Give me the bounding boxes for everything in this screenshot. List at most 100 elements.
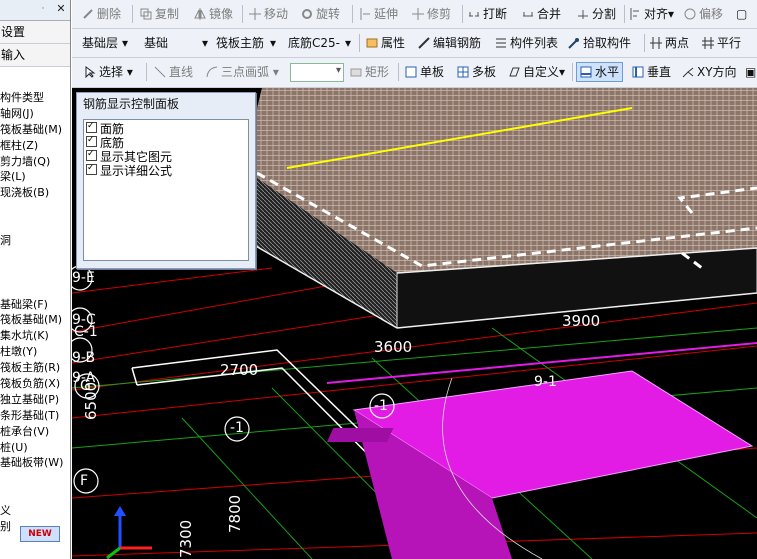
tree-item[interactable]: 剪力墙(Q) (0, 154, 70, 170)
parallel-button[interactable]: 平行 (702, 35, 741, 51)
vertical-button[interactable]: 垂直 (632, 64, 671, 80)
split-icon (578, 10, 588, 19)
single-slab-button[interactable]: 单板 (405, 64, 444, 80)
separator (462, 5, 463, 23)
chevron-down-icon: ▾ (335, 65, 341, 76)
break-label: 打断 (483, 7, 508, 21)
extend-label: 延伸 (374, 7, 399, 21)
toolbar-component: 基础层 ▾ 基础 ▾ 筏板主筋 ▾ 底筋C25- ▾ 属性 编辑钢筋 构件列表 … (72, 29, 757, 58)
trim-button[interactable]: 修剪 (412, 6, 451, 22)
tree-item[interactable]: 梁(L) (0, 169, 70, 185)
mirror-button[interactable]: 镜像 (194, 6, 233, 22)
tree-item[interactable]: 筏板基础(M) (0, 122, 70, 138)
component-list-button[interactable]: 构件列表 (495, 35, 558, 51)
tree-item[interactable]: 洞 (0, 233, 70, 249)
settings-row[interactable]: 设置 (0, 21, 70, 44)
line-label: 直线 (169, 65, 194, 79)
snap-combo[interactable]: ▾ (290, 63, 344, 82)
category-dropdown-icon[interactable]: ▾ (270, 35, 276, 51)
top-rebar-checkbox[interactable]: 面筋 (86, 120, 248, 136)
tree-item[interactable]: 筏板主筋(R) (0, 360, 70, 376)
tree-item[interactable]: 柱墩(Y) (0, 344, 70, 360)
separator (146, 63, 147, 81)
move-button[interactable]: 移动 (249, 6, 288, 22)
custom-button[interactable]: 自定义▾ (508, 64, 565, 80)
edit-rebar-icon (418, 37, 430, 49)
tree-item[interactable]: 轴网(J) (0, 106, 70, 122)
input-row[interactable]: 输入 (0, 44, 70, 67)
horizontal-button[interactable]: 水平 (576, 62, 624, 82)
rotate-button[interactable]: 旋转 (301, 6, 340, 22)
copy-button[interactable]: 复制 (140, 6, 179, 22)
horizontal-icon (580, 66, 592, 78)
xy-direction-button[interactable]: XY方向 (682, 64, 737, 80)
option-label: 面筋 (100, 122, 125, 136)
tree-item[interactable] (0, 281, 70, 297)
arc-icon (206, 66, 218, 78)
layer-select[interactable]: 基础层 (82, 35, 118, 51)
tree-item[interactable]: 独立基础(P) (0, 392, 70, 408)
edit-rebar-button[interactable]: 编辑钢筋 (418, 35, 481, 51)
arc-button[interactable]: 三点画弧 ▾ (206, 64, 279, 80)
tree-item[interactable]: 筏板基础(M) (0, 312, 70, 328)
two-point-button[interactable]: 两点 (650, 35, 689, 51)
member-dropdown-icon[interactable]: ▾ (345, 35, 351, 51)
properties-button[interactable]: 属性 (366, 35, 405, 51)
more-draw-icon[interactable]: ▣ (745, 64, 756, 80)
align-button[interactable]: 对齐▾ (629, 6, 674, 22)
tree-item[interactable]: 筏板负筋(X) (0, 376, 70, 392)
align-icon (630, 8, 639, 20)
multi-slab-button[interactable]: 多板 (457, 64, 496, 80)
tree-item[interactable] (0, 249, 70, 265)
tree-item[interactable]: 基础梁(F) (0, 297, 70, 313)
category-select[interactable]: 筏板主筋 (216, 35, 264, 51)
offset-icon (684, 8, 696, 20)
close-icon[interactable]: ✕ (54, 0, 68, 18)
rectangle-button[interactable]: 矩形 (350, 64, 389, 80)
tree-item[interactable]: 桩(U) (0, 440, 70, 456)
merge-button[interactable]: 合并 (522, 6, 561, 22)
horizontal-label: 水平 (595, 65, 620, 79)
tree-item[interactable]: 条形基础(T) (0, 408, 70, 424)
layer-dropdown-icon[interactable]: ▾ (122, 35, 128, 51)
tree-item[interactable] (0, 265, 70, 281)
parallel-label: 平行 (717, 36, 742, 50)
vertical-icon (632, 66, 644, 78)
pin-icon[interactable]: ᆞ (36, 0, 50, 18)
tree-item[interactable]: 义 (0, 503, 70, 519)
tree-item[interactable] (0, 487, 70, 503)
select-button[interactable]: 选择 ▾ (84, 64, 133, 80)
tree-item[interactable]: 现浇板(B) (0, 185, 70, 201)
tree-item[interactable]: 桩承台(V) (0, 424, 70, 440)
tree-item[interactable] (0, 471, 70, 487)
check-icon (86, 148, 97, 161)
delete-button[interactable]: 删除 (82, 6, 121, 22)
option-label: 显示详细公式 (100, 164, 173, 178)
break-button[interactable]: 打断 (468, 6, 507, 22)
two-point-label: 两点 (665, 36, 690, 50)
tree-item[interactable]: 构件类型 (0, 90, 70, 106)
tree-item[interactable]: 框柱(Z) (0, 138, 70, 154)
type-dropdown-icon[interactable]: ▾ (202, 35, 208, 51)
show-other-elements-checkbox[interactable]: 显示其它图元 (86, 148, 248, 164)
more-icon[interactable]: ▢ (736, 6, 747, 22)
option-label: 显示其它图元 (100, 150, 173, 164)
check-icon (86, 134, 97, 147)
split-button[interactable]: 分割 (577, 6, 616, 22)
dimension-label: 7800 (226, 494, 244, 533)
tree-item[interactable]: 集水坑(K) (0, 328, 70, 344)
tree-item[interactable] (0, 201, 70, 217)
category-value: 筏板主筋 (216, 36, 265, 50)
show-formula-checkbox[interactable]: 显示详细公式 (86, 162, 248, 178)
tree-item[interactable]: 基础板带(W) (0, 455, 70, 471)
extend-button[interactable]: 延伸 (359, 6, 398, 22)
line-button[interactable]: 直线 (154, 64, 193, 80)
bottom-rebar-checkbox[interactable]: 底筋 (86, 134, 248, 149)
merge-label: 合并 (537, 7, 562, 21)
offset-button[interactable]: 偏移 (684, 6, 723, 22)
panel-options: 面筋 底筋 显示其它图元 显示详细公式 (83, 119, 249, 261)
tree-item[interactable] (0, 217, 70, 233)
member-select[interactable]: 底筋C25- (288, 35, 340, 51)
type-select[interactable]: 基础 (144, 35, 168, 51)
pick-component-button[interactable]: 拾取构件 (568, 35, 631, 51)
